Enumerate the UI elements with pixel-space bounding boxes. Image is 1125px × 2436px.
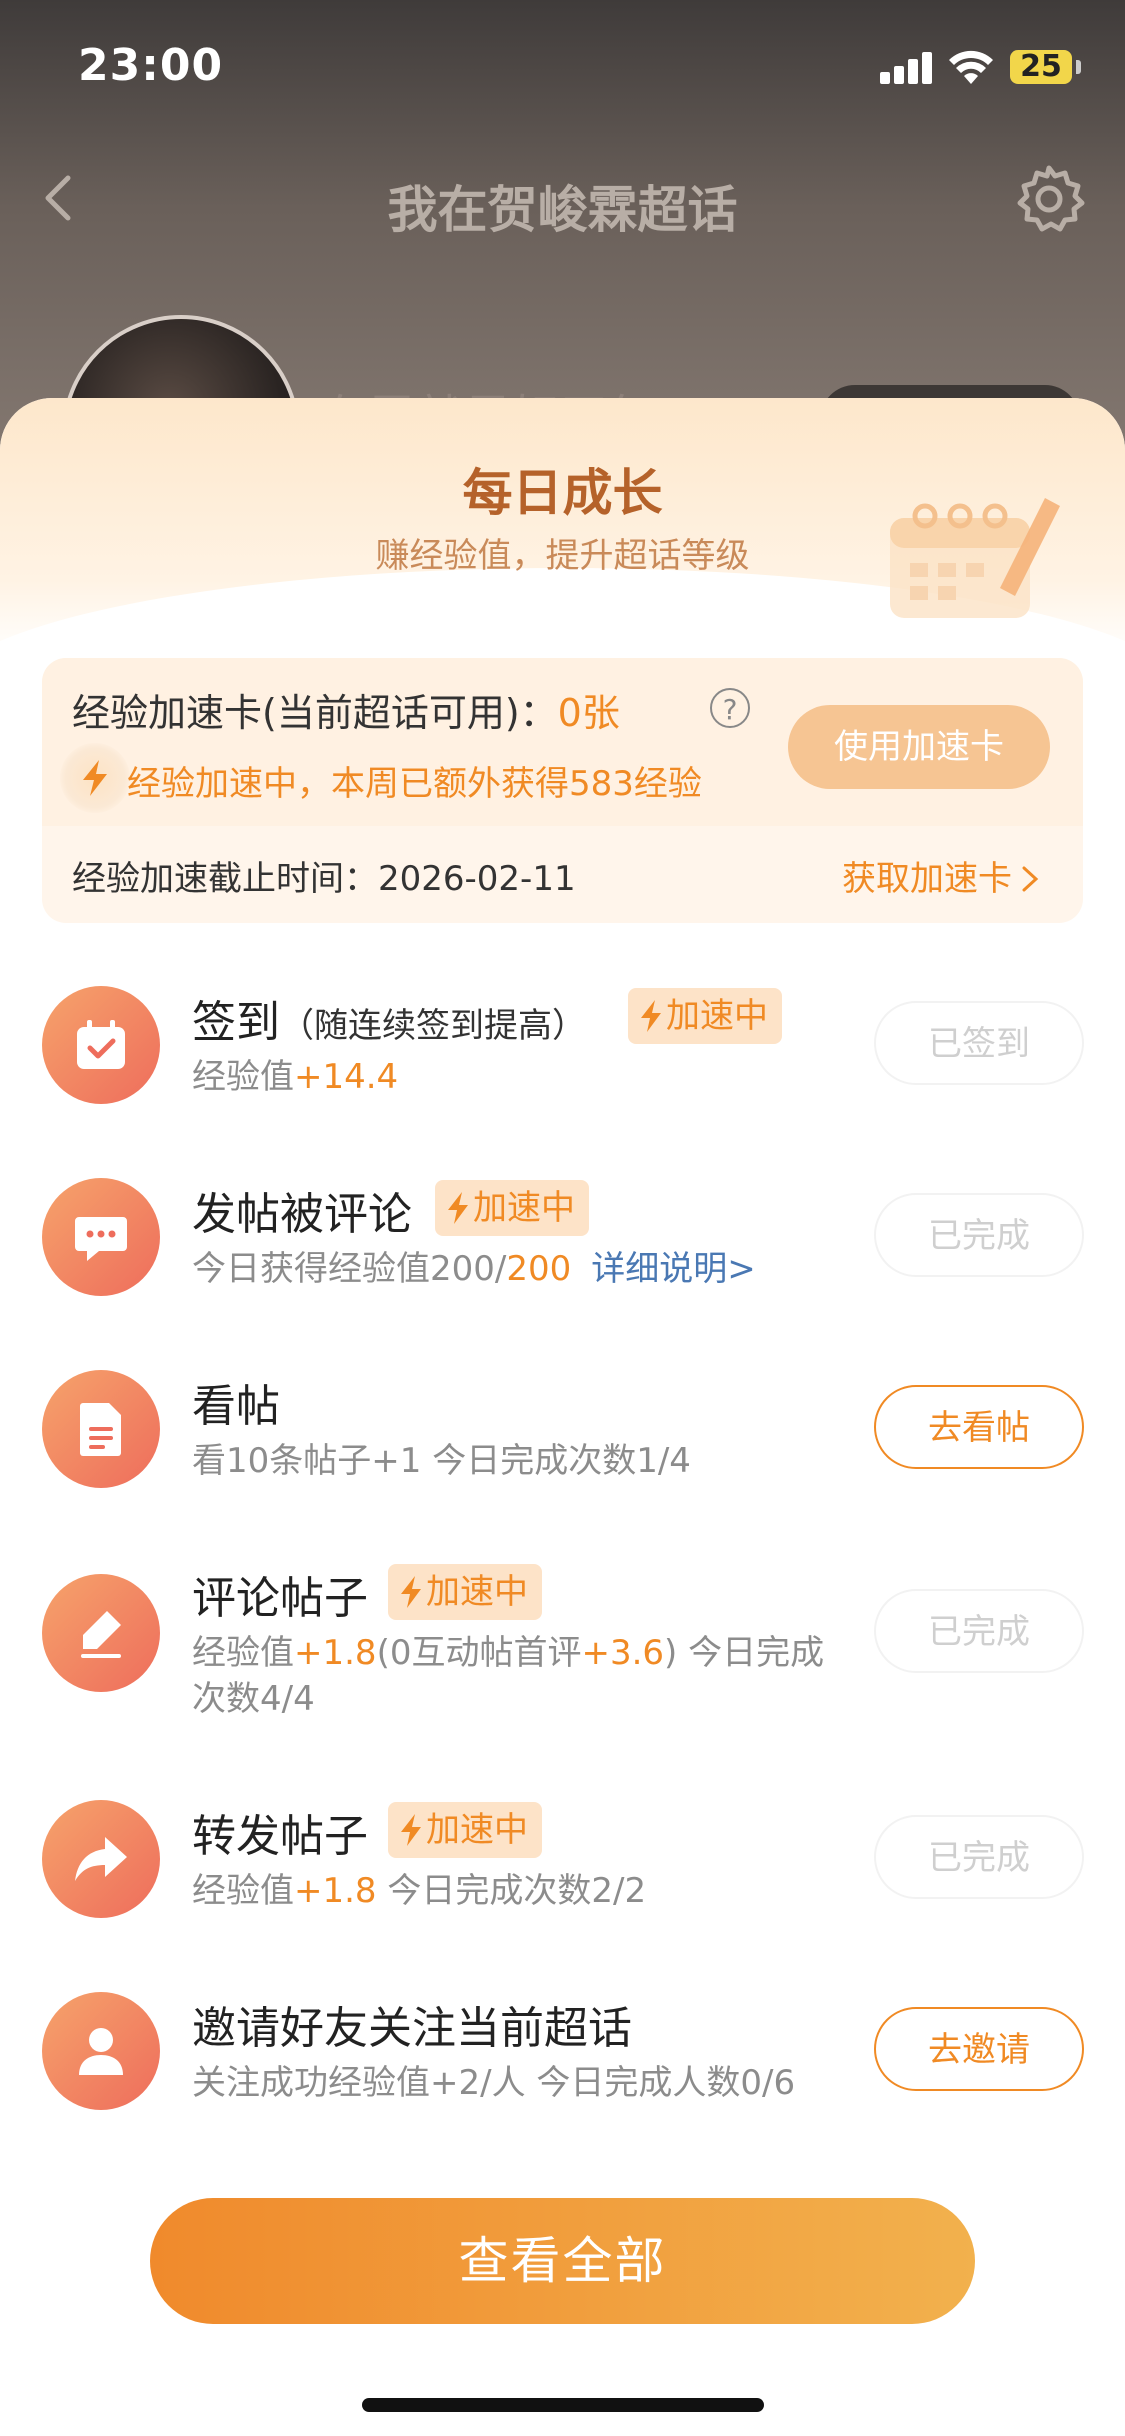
task-row-checkin: 签到（随连续签到提高） 加速中 经验值+14.4 已签到	[0, 968, 1125, 1148]
task-desc: 经验值+14.4	[192, 1054, 398, 1100]
boost-tag-label: 加速中	[473, 1188, 575, 1228]
task-title: 转发帖子	[192, 1811, 368, 1862]
document-icon	[42, 1370, 160, 1488]
boost-card-label-text: 经验加速卡(当前超话可用)：	[72, 691, 558, 735]
boost-tag-label: 加速中	[426, 1572, 528, 1612]
task-row-post-commented: 发帖被评论 加速中 今日获得经验值200/200 详细说明> 已完成	[0, 1160, 1125, 1340]
get-boost-card-link[interactable]: 获取加速卡	[842, 851, 1042, 900]
task-desc: 看10条帖子+1 今日完成次数1/4	[192, 1441, 691, 1481]
boost-tag-label: 加速中	[426, 1810, 528, 1850]
home-indicator[interactable]	[362, 2398, 764, 2412]
bolt-icon	[401, 1576, 421, 1608]
sheet-subtitle: 赚经验值，提升超话等级	[375, 536, 750, 576]
boost-card: 经验加速卡(当前超话可用)：0张 ? 经验加速中，本周已额外获得583经验 使用…	[42, 658, 1083, 923]
chat-bubble-icon	[42, 1178, 160, 1296]
use-boost-card-button[interactable]: 使用加速卡	[788, 705, 1050, 789]
page-title: 我在贺峻霖超话	[387, 181, 738, 239]
task-desc: 经验值+1.8 今日完成次数2/2	[192, 1868, 646, 1914]
checked-in-button[interactable]: 已签到	[874, 1001, 1084, 1085]
task-desc: 今日获得经验值200/200 详细说明>	[192, 1246, 756, 1292]
pencil-icon	[42, 1574, 160, 1692]
bolt-icon	[641, 1000, 661, 1032]
desc-b: +1.8	[294, 1633, 377, 1673]
task-title-text: 签到	[192, 997, 280, 1048]
bolt-icon	[448, 1192, 468, 1224]
task-row-invite-friends: 邀请好友关注当前超话 关注成功经验值+2/人 今日完成人数0/6 去邀请	[0, 1974, 1125, 2154]
boost-card-label: 经验加速卡(当前超话可用)：0张	[72, 682, 620, 737]
task-row-share-posts: 转发帖子 加速中 经验值+1.8 今日完成次数2/2 已完成	[0, 1782, 1125, 1962]
gear-icon[interactable]	[1012, 162, 1086, 236]
person-icon	[42, 1992, 160, 2110]
task-title: 签到（随连续签到提高）	[192, 986, 586, 1050]
go-view-posts-button[interactable]: 去看帖	[874, 1385, 1084, 1469]
wifi-icon	[949, 50, 993, 84]
boost-bolt-icon	[60, 743, 130, 813]
boost-tag: 加速中	[435, 1180, 589, 1236]
completed-button[interactable]: 已完成	[874, 1193, 1084, 1277]
task-desc-prefix: 经验值	[192, 1871, 294, 1911]
task-row-comment-posts: 评论帖子 加速中 经验值+1.8(0互动帖首评+3.6) 今日完成 次数4/4 …	[0, 1544, 1125, 1774]
desc-d: +3.6	[581, 1633, 665, 1673]
desc-c: (0互动帖首评	[376, 1633, 582, 1673]
share-arrow-icon	[42, 1800, 160, 1918]
battery-tip	[1076, 60, 1081, 74]
task-row-view-posts: 看帖 看10条帖子+1 今日完成次数1/4 去看帖	[0, 1352, 1125, 1532]
task-title-note: （随连续签到提高）	[280, 1006, 586, 1046]
chevron-right-icon	[1022, 866, 1039, 892]
boost-status-text: 经验加速中，本周已额外获得583经验	[127, 764, 702, 804]
help-icon[interactable]: ?	[710, 688, 750, 728]
status-time: 23:00	[78, 40, 224, 91]
task-title: 评论帖子	[192, 1573, 368, 1624]
boost-tag: 加速中	[628, 988, 782, 1044]
calendar-check-icon	[42, 986, 160, 1104]
boost-tag-label: 加速中	[666, 996, 768, 1036]
get-boost-card-label: 获取加速卡	[842, 859, 1012, 899]
go-invite-button[interactable]: 去邀请	[874, 2007, 1084, 2091]
boost-card-count: 0张	[557, 691, 620, 735]
sheet-title: 每日成长	[462, 464, 663, 522]
status-bar: 23:00 25	[0, 0, 1125, 135]
task-desc-value: +14.4	[294, 1057, 399, 1097]
task-desc-prefix: 今日获得经验值200/	[192, 1249, 507, 1289]
task-desc-prefix: 经验值	[192, 1057, 294, 1097]
task-desc-value: 200	[506, 1249, 572, 1289]
completed-button[interactable]: 已完成	[874, 1815, 1084, 1899]
task-desc-line2: 次数4/4	[192, 1679, 315, 1719]
desc-a: 经验值	[192, 1633, 294, 1673]
task-desc-value: +1.8	[294, 1871, 377, 1911]
battery-icon: 25	[1010, 50, 1072, 84]
boost-tag: 加速中	[388, 1802, 542, 1858]
task-desc-suffix: 今日完成次数2/2	[376, 1871, 647, 1911]
nav-bar: 我在贺峻霖超话	[0, 140, 1125, 260]
bolt-icon	[401, 1814, 421, 1846]
task-title: 看帖	[192, 1381, 280, 1432]
boost-tag: 加速中	[388, 1564, 542, 1620]
task-title: 发帖被评论	[192, 1189, 412, 1240]
boost-deadline: 经验加速截止时间：2026-02-11	[72, 859, 576, 899]
view-all-button[interactable]: 查看全部	[150, 2198, 975, 2324]
task-desc: 经验值+1.8(0互动帖首评+3.6) 今日完成	[192, 1630, 824, 1676]
details-link[interactable]: 详细说明>	[591, 1249, 756, 1289]
task-title: 邀请好友关注当前超话	[192, 2003, 632, 2054]
daily-growth-sheet: 每日成长 赚经验值，提升超话等级 经验加速卡(当前超话可用)：0张 ? 经验加速…	[0, 398, 1125, 2436]
task-desc: 关注成功经验值+2/人 今日完成人数0/6	[192, 2063, 796, 2103]
cellular-signal-icon	[880, 50, 934, 84]
completed-button[interactable]: 已完成	[874, 1589, 1084, 1673]
desc-e: ) 今日完成	[664, 1633, 825, 1673]
